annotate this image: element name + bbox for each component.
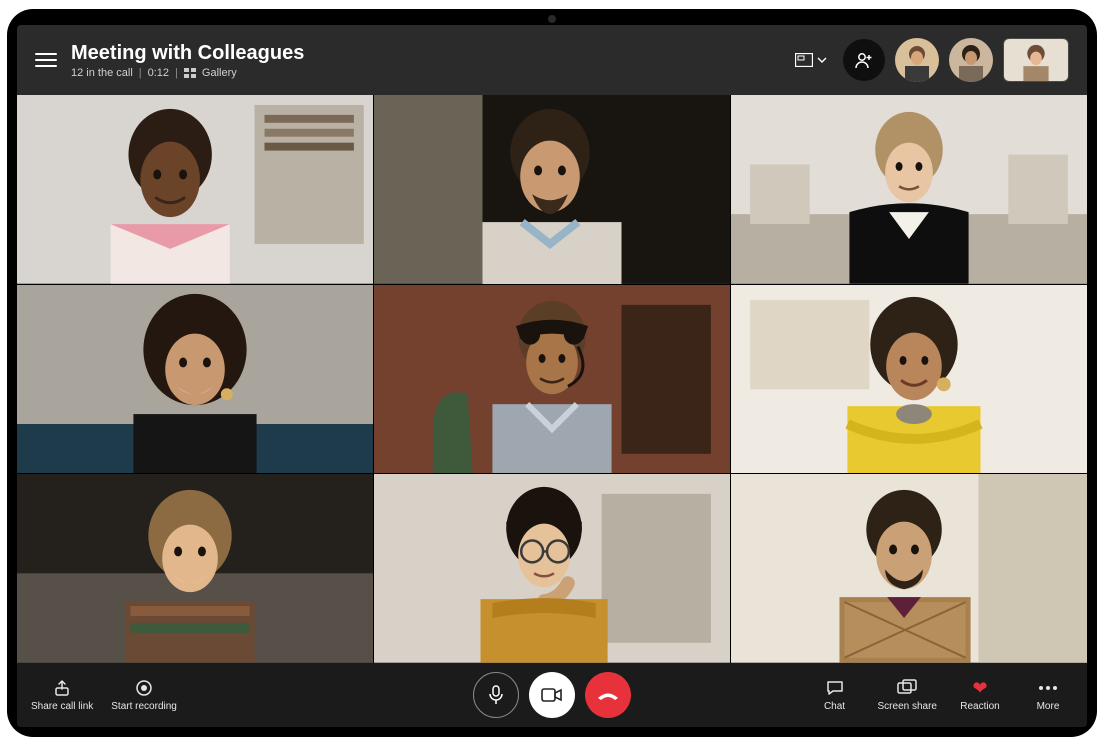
call-controls <box>473 672 631 718</box>
view-mode-label: Gallery <box>202 67 237 79</box>
overflow-participant-1[interactable] <box>895 38 939 82</box>
meeting-title: Meeting with Colleagues <box>71 42 304 65</box>
share-call-link-button[interactable]: Share call link <box>31 678 93 712</box>
self-view-pip[interactable] <box>1003 38 1069 82</box>
participants-count: 12 in the call <box>71 67 133 79</box>
footer-right: Chat Screen share ❤ Reaction More <box>810 678 1073 712</box>
header-right <box>789 38 1069 82</box>
screen-share-button[interactable]: Screen share <box>878 678 937 712</box>
video-icon <box>541 688 563 702</box>
more-label: More <box>1037 701 1060 712</box>
chat-label: Chat <box>824 701 845 712</box>
more-icon <box>1038 678 1058 698</box>
app-screen: Meeting with Colleagues 12 in the call |… <box>17 25 1087 727</box>
mute-button[interactable] <box>473 672 519 718</box>
video-grid <box>17 95 1087 663</box>
video-tile-3[interactable] <box>731 95 1087 284</box>
separator: | <box>175 67 178 79</box>
reaction-label: Reaction <box>960 701 999 712</box>
chat-button[interactable]: Chat <box>810 678 860 712</box>
call-header: Meeting with Colleagues 12 in the call |… <box>17 25 1087 95</box>
video-tile-6[interactable] <box>731 285 1087 474</box>
share-call-link-label: Share call link <box>31 701 93 712</box>
reaction-button[interactable]: ❤ Reaction <box>955 678 1005 712</box>
overflow-participant-2[interactable] <box>949 38 993 82</box>
title-block: Meeting with Colleagues 12 in the call |… <box>71 42 304 79</box>
add-participant-button[interactable] <box>843 39 885 81</box>
microphone-icon <box>487 685 505 705</box>
screen-share-label: Screen share <box>878 701 937 712</box>
chat-icon <box>825 678 845 698</box>
footer-left: Share call link Start recording <box>31 678 177 712</box>
video-tile-4[interactable] <box>17 285 373 474</box>
video-tile-7[interactable] <box>17 474 373 663</box>
chevron-down-icon <box>817 57 827 63</box>
camera-button[interactable] <box>529 672 575 718</box>
separator: | <box>139 67 142 79</box>
call-footer: Share call link Start recording <box>17 663 1087 727</box>
video-tile-5[interactable] <box>374 285 730 474</box>
add-person-icon <box>854 50 874 70</box>
start-recording-label: Start recording <box>111 701 177 712</box>
start-recording-button[interactable]: Start recording <box>111 678 177 712</box>
hangup-button[interactable] <box>585 672 631 718</box>
record-icon <box>134 678 154 698</box>
gallery-icon <box>184 68 196 78</box>
call-duration: 0:12 <box>148 67 169 79</box>
heart-icon: ❤ <box>970 678 990 698</box>
share-icon <box>52 678 72 698</box>
screen-share-icon <box>897 678 917 698</box>
video-tile-2[interactable] <box>374 95 730 284</box>
menu-button[interactable] <box>35 49 57 71</box>
layout-button[interactable] <box>789 47 833 73</box>
device-frame: Meeting with Colleagues 12 in the call |… <box>7 9 1097 737</box>
video-tile-1[interactable] <box>17 95 373 284</box>
video-tile-8[interactable] <box>374 474 730 663</box>
hangup-icon <box>596 689 620 701</box>
meeting-subline: 12 in the call | 0:12 | Gallery <box>71 67 304 79</box>
video-tile-9[interactable] <box>731 474 1087 663</box>
camera-notch <box>548 15 556 23</box>
more-button[interactable]: More <box>1023 678 1073 712</box>
